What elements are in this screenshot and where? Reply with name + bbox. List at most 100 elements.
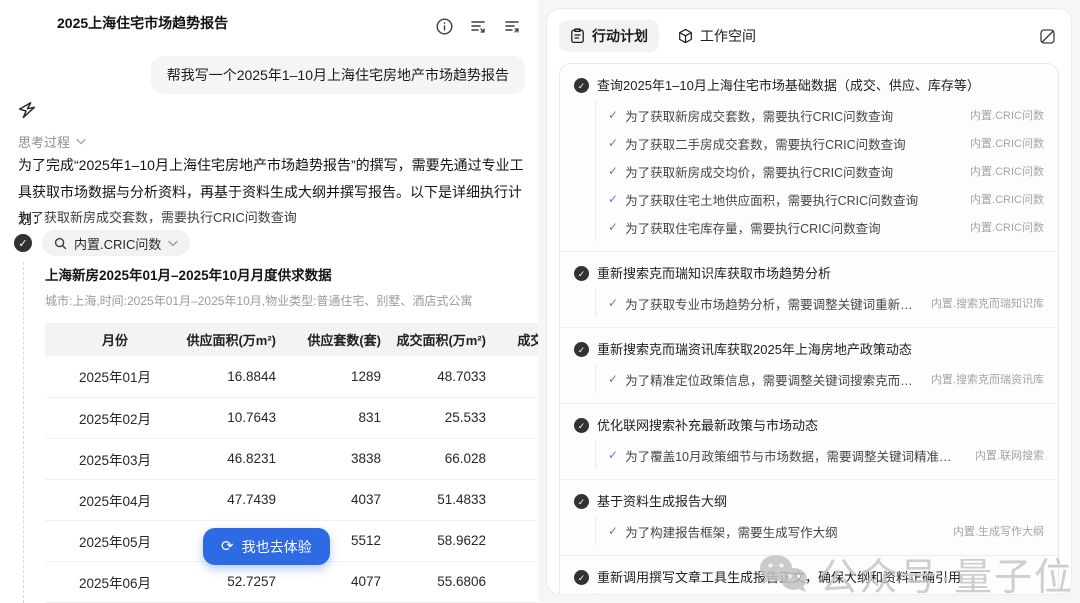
timeline-connector [23,262,24,603]
plan-section-title-row: ✓重新搜索克而瑞知识库获取市场趋势分析 [574,265,1044,283]
tab-workspace[interactable]: 工作空间 [667,20,767,52]
plan-section: ✓查询2025年1–10月上海住宅市场基础数据（成交、供应、库存等）✓为了获取新… [560,64,1058,252]
table-cell: 16.8844 [185,356,290,397]
plan-sub-item: ✓为了精准定位政策信息，需要调整关键词搜索克而瑞资讯库内置.搜索克而瑞资讯库 [608,365,1044,393]
hide-panel-icon[interactable] [1037,26,1057,46]
table-cell [500,561,538,602]
plan-sub-text: 为了获取专业市场趋势分析，需要调整关键词重新搜索克而瑞知识库 [625,294,919,313]
plan-sub-item: ✓为了获取住宅库存量，需要执行CRIC问数查询内置.CRIC问数 [608,213,1044,241]
table-cell: 47.7439 [185,479,290,520]
chat-header-icons [434,16,522,36]
outline-list-icon[interactable] [502,16,522,36]
action-plan-list: ✓查询2025年1–10月上海住宅市场基础数据（成交、供应、库存等）✓为了获取新… [559,63,1059,595]
table-body: 2025年01月16.8844128948.70332025年02月10.764… [45,356,538,602]
plan-sub-list: ✓为了精准定位政策信息，需要调整关键词搜索克而瑞资讯库内置.搜索克而瑞资讯库 [595,365,1044,393]
table-cell [500,479,538,520]
tool-pill[interactable]: 内置.CRIC问数 [42,230,190,256]
tab-action-plan[interactable]: 行动计划 [559,20,659,52]
session-title: 2025上海住宅市场趋势报告 [57,13,228,33]
chevron-down-icon [168,240,178,247]
plan-section: ✓重新调用撰写文章工具生成报告正文，确保大纲和资料正确引用 ✓为了生成完整报告内容… [560,556,1058,595]
check-circle-icon: ✓ [14,234,32,252]
sub-check-icon: ✓ [608,136,618,150]
table-header-cell: 成交面积(万m²) [395,323,500,356]
clipboard-icon [570,28,585,44]
plan-section-title-row: ✓ 优化联网搜索补充最新政策与市场动态 [574,417,1044,435]
info-icon[interactable] [434,16,454,36]
table-header-row: 月份供应面积(万m²)供应套数(套)成交面积(万m²)成交套数(套) [45,323,538,356]
table-header-cell: 供应套数(套) [290,323,395,356]
plan-sub-text: 为了获取新房成交均价，需要执行CRIC问数查询 [625,162,893,181]
chevron-down-icon [76,138,86,145]
check-circle-icon: ✓ [574,570,589,585]
plan-section-title-row: ✓重新调用撰写文章工具生成报告正文，确保大纲和资料正确引用 [574,569,1044,587]
thread-list-icon[interactable] [468,16,488,36]
plan-sub-text: 为了精准定位政策信息，需要调整关键词搜索克而瑞资讯库 [625,370,919,389]
table-row: 2025年01月16.8844128948.7033 [45,356,538,397]
table-cell: 4037 [290,479,395,520]
plan-sub-list: ✓为了覆盖10月政策细节与市场数据，需要调整关键词精准搜索内置.联网搜索 [595,441,1044,469]
table-cell: 66.028 [395,438,500,479]
check-circle-icon: ✓ [574,494,589,509]
result-title: 上海新房2025年01月–2025年10月月度供求数据 [45,264,538,284]
table-row: 2025年03月46.8231383866.028 [45,438,538,479]
table-cell: 2025年01月 [45,356,185,397]
plan-sub-list: ✓为了构建报告框架，需要生成写作大纲内置.生成写作大纲 [595,517,1044,545]
plan-sub-item: ✓为了获取新房成交均价，需要执行CRIC问数查询内置.CRIC问数 [608,157,1044,185]
plan-section-title: 优化联网搜索补充最新政策与市场动态 [597,417,818,435]
search-icon [54,237,67,250]
sub-check-icon: ✓ [608,372,618,386]
plan-sub-tool-label: 内置.CRIC问数 [958,163,1044,179]
plan-section-title: 查询2025年1–10月上海住宅市场基础数据（成交、供应、库存等） [597,77,980,95]
plan-sub-list: ✓为了获取专业市场趋势分析，需要调整关键词重新搜索克而瑞知识库内置.搜索克而瑞知… [595,289,1044,317]
table-row: 2025年04月47.7439403751.4833 [45,479,538,520]
plan-sub-item: ✓为了获取新房成交套数，需要执行CRIC问数查询内置.CRIC问数 [608,101,1044,129]
table-cell: 4077 [290,561,395,602]
plan-sub-item: ✓为了覆盖10月政策细节与市场数据，需要调整关键词精准搜索内置.联网搜索 [608,441,1044,469]
plan-section-title: 基于资料生成报告大纲 [597,493,727,511]
plan-sub-list: ✓为了获取新房成交套数，需要执行CRIC问数查询内置.CRIC问数✓为了获取二手… [595,101,1044,241]
try-it-button[interactable]: ⟳ 我也去体验 [203,528,330,565]
thinking-toggle[interactable]: 思考过程 [18,132,86,151]
table-cell: 2025年02月 [45,397,185,438]
plan-sub-text: 为了获取二手房成交套数，需要执行CRIC问数查询 [625,134,906,153]
step-note: 为了获取新房成交套数，需要执行CRIC问数查询 [18,207,297,226]
check-circle-icon: ✓ [574,418,589,433]
plan-sub-item: ✓为了生成完整报告内容，需要使用大纲和所有收集的市场数据、政...内置.撰写文章 [608,593,1044,595]
plan-sub-tool-label: 内置.CRIC问数 [958,191,1044,207]
plan-section: ✓ 基于资料生成报告大纲 ✓为了构建报告框架，需要生成写作大纲内置.生成写作大纲 [560,480,1058,556]
plan-section: ✓重新搜索克而瑞资讯库获取2025年上海房地产政策动态✓为了精准定位政策信息，需… [560,328,1058,404]
tab-workspace-label: 工作空间 [700,26,756,46]
table-cell [500,438,538,479]
cube-icon [678,28,693,44]
table-cell: 2025年04月 [45,479,185,520]
plan-sub-tool-label: 内置.搜索克而瑞知识库 [919,295,1044,311]
plan-section-title-row: ✓查询2025年1–10月上海住宅市场基础数据（成交、供应、库存等） [574,77,1044,95]
plan-sub-list: ✓为了生成完整报告内容，需要使用大纲和所有收集的市场数据、政...内置.撰写文章 [595,593,1044,595]
table-cell: 2025年03月 [45,438,185,479]
table-cell: 58.9622 [395,520,500,561]
plan-sub-item: ✓为了获取住宅土地供应面积，需要执行CRIC问数查询内置.CRIC问数 [608,185,1044,213]
tool-pill-label: 内置.CRIC问数 [74,234,161,253]
table-cell [500,520,538,561]
plan-sub-item: ✓为了构建报告框架，需要生成写作大纲内置.生成写作大纲 [608,517,1044,545]
sub-check-icon: ✓ [608,448,618,462]
check-circle-icon: ✓ [574,266,589,281]
plan-section-title: 重新搜索克而瑞资讯库获取2025年上海房地产政策动态 [597,341,912,359]
agent-cursor-icon [16,100,38,122]
plan-section: ✓ 优化联网搜索补充最新政策与市场动态 ✓为了覆盖10月政策细节与市场数据，需要调整… [560,404,1058,480]
table-cell [500,356,538,397]
table-cell: 1289 [290,356,395,397]
table-cell: 831 [290,397,395,438]
table-cell: 46.8231 [185,438,290,479]
plan-sub-tool-label: 内置.CRIC问数 [958,135,1044,151]
table-cell: 3838 [290,438,395,479]
plan-sub-tool-label: 内置.CRIC问数 [958,107,1044,123]
table-cell: 48.7033 [395,356,500,397]
table-cell: 51.4833 [395,479,500,520]
sub-check-icon: ✓ [608,108,618,122]
try-it-label: 我也去体验 [242,537,312,557]
table-header-cell: 成交套数(套) [500,323,538,356]
table-row: 2025年02月10.764383125.533 [45,397,538,438]
result-subtitle: 城市:上海,时间:2025年01月–2025年10月,物业类型:普通住宅、别墅、… [45,292,538,309]
